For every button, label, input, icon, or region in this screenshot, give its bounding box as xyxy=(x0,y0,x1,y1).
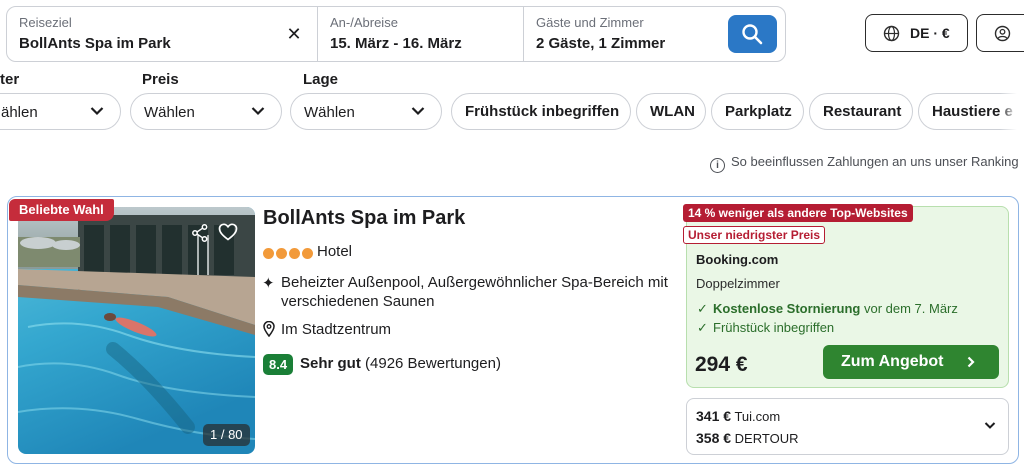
alt-offer-provider: DERTOUR xyxy=(734,431,799,446)
search-bar: Reiseziel BollAnts Spa im Park ✕ An-/Abr… xyxy=(6,6,786,62)
alt-offer-price: 358 € xyxy=(696,430,732,446)
sparkle-icon: ✦ xyxy=(262,275,275,292)
dates-label: An-/Abreise xyxy=(330,15,398,30)
amenities-text: Beheizter Außenpool, Außergewöhnlicher S… xyxy=(281,274,668,310)
star-rating xyxy=(263,246,315,264)
chevron-down-icon xyxy=(251,107,265,116)
rating-score-badge: 8.4 xyxy=(263,354,294,375)
heart-icon[interactable] xyxy=(218,223,238,241)
hotel-name[interactable]: BollAnts Spa im Park xyxy=(263,207,465,230)
clear-destination-button[interactable]: ✕ xyxy=(283,23,305,45)
perk-free-cancellation-rest: vor dem 7. März xyxy=(860,301,958,316)
rating-word: Sehr gut xyxy=(300,355,361,372)
destination-field[interactable]: Reiseziel BollAnts Spa im Park xyxy=(7,7,317,61)
search-icon xyxy=(742,24,763,45)
hotel-photo[interactable] xyxy=(18,207,255,454)
hotel-location: Im Stadtzentrum xyxy=(281,321,392,338)
user-icon xyxy=(994,25,1011,42)
filter-label-first: ter xyxy=(0,71,20,88)
locale-label: DE · € xyxy=(910,25,950,41)
view-deal-button[interactable]: Zum Angebot xyxy=(823,345,999,379)
star-icon xyxy=(289,248,300,259)
popular-choice-badge: Beliebte Wahl xyxy=(9,199,114,221)
alt-offer-provider: Tui.com xyxy=(734,409,781,424)
star-icon xyxy=(276,248,287,259)
globe-icon xyxy=(883,25,900,42)
rating-count: (4926 Bewertungen) xyxy=(365,355,501,372)
filter-select-location[interactable]: Wählen xyxy=(290,93,442,130)
hotel-type: Hotel xyxy=(317,243,353,260)
filter-label-price: Preis xyxy=(142,71,179,88)
ranking-info-link[interactable]: i So beeinflussen Zahlungen an uns unser … xyxy=(710,154,1019,173)
share-icon[interactable] xyxy=(192,224,208,242)
lowest-price-tag: Unser niedrigster Preis xyxy=(683,226,826,244)
search-button[interactable] xyxy=(728,15,777,53)
offer-provider: Booking.com xyxy=(696,252,779,267)
filter-select-price[interactable]: Wählen xyxy=(130,93,282,130)
alt-offer-price: 341 € xyxy=(696,408,732,424)
alt-offer-row[interactable]: 341 € Tui.com xyxy=(696,408,780,424)
savings-tag: 14 % weniger als andere Top-Websites xyxy=(683,204,913,222)
photo-counter: 1 / 80 xyxy=(203,424,250,446)
view-deal-label: Zum Angebot xyxy=(841,353,944,370)
filter-select-first-value: ählen xyxy=(1,104,38,121)
chip-scroll-fade xyxy=(1000,93,1024,130)
chip-parking[interactable]: Parkplatz xyxy=(711,93,804,130)
star-icon xyxy=(302,248,313,259)
perk-breakfast-text: Frühstück inbegriffen xyxy=(713,320,835,335)
chevron-down-icon xyxy=(411,107,425,116)
chip-breakfast[interactable]: Frühstück inbegriffen xyxy=(451,93,631,130)
check-icon: ✓ xyxy=(697,320,708,335)
filter-select-price-value: Wählen xyxy=(144,104,195,121)
destination-value[interactable]: BollAnts Spa im Park xyxy=(19,33,305,55)
check-icon: ✓ xyxy=(697,301,708,316)
ranking-note-text: So beeinflussen Zahlungen an uns unser R… xyxy=(731,154,1019,169)
chevron-down-icon[interactable] xyxy=(984,421,996,430)
perk-free-cancellation-bold: Kostenlose Stornierung xyxy=(713,301,861,316)
offer-room-type: Doppelzimmer xyxy=(696,276,780,291)
account-button[interactable] xyxy=(976,14,1024,52)
other-offers-box[interactable]: 341 € Tui.com 358 € DERTOUR xyxy=(686,398,1009,455)
dates-value[interactable]: 15. März - 16. März xyxy=(330,33,511,55)
destination-label: Reiseziel xyxy=(19,15,72,30)
filter-label-location: Lage xyxy=(303,71,339,88)
guests-field[interactable]: Gäste und Zimmer 2 Gäste, 1 Zimmer xyxy=(523,7,727,61)
perk-breakfast: ✓ Frühstück inbegriffen xyxy=(697,320,834,336)
chip-restaurant[interactable]: Restaurant xyxy=(809,93,913,130)
info-icon: i xyxy=(710,158,725,173)
alt-offer-row[interactable]: 358 € DERTOUR xyxy=(696,430,798,446)
pool-image xyxy=(18,207,255,454)
location-pin-icon xyxy=(263,321,275,337)
filter-select-first[interactable]: ählen xyxy=(0,93,121,130)
filter-select-location-value: Wählen xyxy=(304,104,355,121)
offer-price: 294 € xyxy=(695,353,748,376)
dates-field[interactable]: An-/Abreise 15. März - 16. März xyxy=(317,7,523,61)
chevron-down-icon xyxy=(90,107,104,116)
rating-summary[interactable]: Sehr gut (4926 Bewertungen) xyxy=(300,355,501,372)
perk-free-cancellation: ✓ Kostenlose Stornierung vor dem 7. März xyxy=(697,301,958,317)
guests-label: Gäste und Zimmer xyxy=(536,15,644,30)
guests-value[interactable]: 2 Gäste, 1 Zimmer xyxy=(536,33,715,55)
star-icon xyxy=(263,248,274,259)
chip-wifi[interactable]: WLAN xyxy=(636,93,706,130)
locale-button[interactable]: DE · € xyxy=(865,14,968,52)
chevron-right-icon xyxy=(967,356,975,368)
